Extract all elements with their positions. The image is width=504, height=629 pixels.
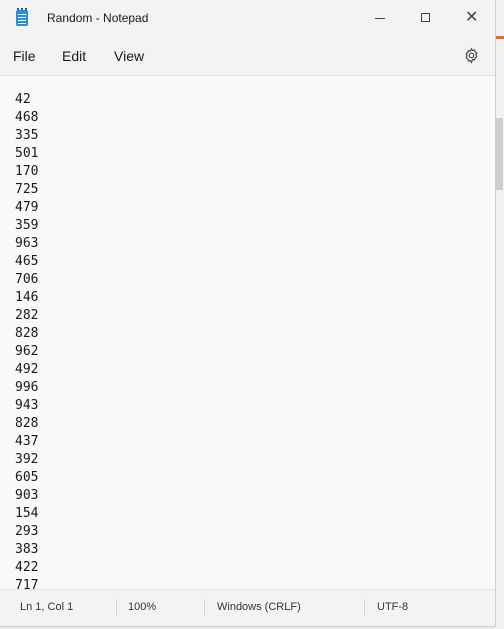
close-button[interactable]: ✕ bbox=[449, 0, 495, 36]
editor-line: 963 bbox=[15, 236, 39, 251]
editor-line: 437 bbox=[15, 434, 39, 449]
close-icon: ✕ bbox=[465, 7, 479, 26]
text-editor[interactable]: 42 468 335 501 170 725 479 359 963 465 7… bbox=[0, 76, 495, 589]
editor-line: 146 bbox=[15, 290, 39, 305]
editor-line: 154 bbox=[15, 506, 39, 521]
status-line-ending[interactable]: Windows (CRLF) bbox=[217, 601, 301, 613]
minimize-icon bbox=[375, 18, 385, 19]
status-separator bbox=[364, 599, 365, 616]
editor-line: 465 bbox=[15, 254, 39, 269]
status-separator bbox=[116, 599, 117, 616]
status-cursor-position: Ln 1, Col 1 bbox=[20, 601, 74, 613]
status-separator bbox=[204, 599, 205, 616]
menu-file[interactable]: File bbox=[13, 48, 36, 64]
editor-line: 170 bbox=[15, 164, 39, 179]
status-encoding[interactable]: UTF-8 bbox=[377, 601, 408, 613]
editor-line: 943 bbox=[15, 398, 39, 413]
editor-line: 828 bbox=[15, 416, 39, 431]
editor-line: 468 bbox=[15, 110, 39, 125]
editor-line: 501 bbox=[15, 146, 39, 161]
notepad-window: Random - Notepad ✕ File Edit View 42 468… bbox=[0, 0, 496, 627]
editor-line: 383 bbox=[15, 542, 39, 557]
editor-line: 725 bbox=[15, 182, 39, 197]
editor-content[interactable]: 42 468 335 501 170 725 479 359 963 465 7… bbox=[15, 91, 38, 589]
editor-line: 335 bbox=[15, 128, 39, 143]
editor-line: 42 bbox=[15, 92, 31, 107]
maximize-icon bbox=[421, 13, 430, 22]
editor-line: 492 bbox=[15, 362, 39, 377]
editor-line: 962 bbox=[15, 344, 39, 359]
status-bar: Ln 1, Col 1 100% Windows (CRLF) UTF-8 bbox=[0, 589, 495, 626]
window-title: Random - Notepad bbox=[47, 11, 149, 25]
menu-bar: File Edit View bbox=[0, 36, 495, 76]
editor-line: 479 bbox=[15, 200, 39, 215]
editor-line: 359 bbox=[15, 218, 39, 233]
gear-icon[interactable] bbox=[463, 47, 480, 64]
editor-line: 706 bbox=[15, 272, 39, 287]
editor-line: 422 bbox=[15, 560, 39, 575]
status-zoom[interactable]: 100% bbox=[128, 601, 156, 613]
menu-edit[interactable]: Edit bbox=[62, 48, 86, 64]
editor-line: 717 bbox=[15, 578, 39, 589]
editor-line: 903 bbox=[15, 488, 39, 503]
editor-line: 282 bbox=[15, 308, 39, 323]
menu-view[interactable]: View bbox=[114, 48, 144, 64]
title-bar[interactable]: Random - Notepad ✕ bbox=[0, 0, 495, 36]
editor-line: 828 bbox=[15, 326, 39, 341]
notepad-icon bbox=[16, 8, 28, 26]
editor-line: 605 bbox=[15, 470, 39, 485]
minimize-button[interactable] bbox=[357, 0, 403, 36]
editor-line: 996 bbox=[15, 380, 39, 395]
maximize-button[interactable] bbox=[403, 0, 449, 36]
editor-line: 392 bbox=[15, 452, 39, 467]
background-scrollbar-thumb bbox=[495, 118, 503, 190]
editor-line: 293 bbox=[15, 524, 39, 539]
